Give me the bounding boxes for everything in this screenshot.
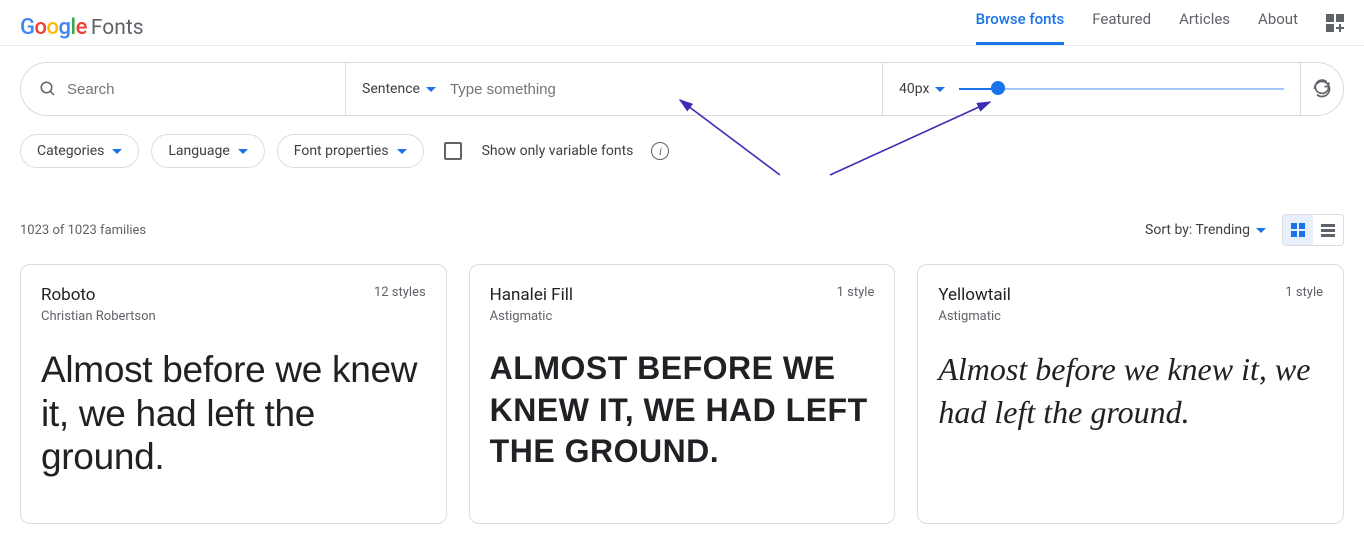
chevron-down-icon (397, 149, 407, 154)
search-input[interactable] (67, 81, 327, 98)
view-grid-button[interactable] (1283, 215, 1313, 245)
font-author: Astigmatic (490, 309, 573, 324)
slider-track (959, 88, 1284, 90)
results-count: 1023 of 1023 families (20, 223, 146, 238)
view-toggle (1282, 214, 1344, 246)
search-cell (21, 63, 346, 115)
reset-icon (1312, 79, 1332, 99)
nav-articles[interactable]: Articles (1179, 10, 1230, 45)
chevron-down-icon (112, 149, 122, 154)
slider-thumb[interactable] (991, 81, 1005, 95)
size-slider[interactable] (959, 87, 1284, 91)
font-name: Yellowtail (938, 285, 1011, 305)
chevron-down-icon (935, 87, 945, 92)
list-view-icon (1321, 224, 1335, 237)
reset-button[interactable] (1301, 63, 1343, 115)
size-dropdown[interactable]: 40px (899, 81, 945, 97)
size-label: 40px (899, 81, 929, 97)
filter-properties-label: Font properties (294, 143, 389, 159)
chevron-down-icon (238, 149, 248, 154)
nav-browse-fonts[interactable]: Browse fonts (976, 10, 1065, 45)
font-sample: Almost before we knew it, we had left th… (41, 348, 426, 479)
font-styles-count: 1 style (837, 285, 875, 300)
filter-language[interactable]: Language (151, 134, 264, 168)
font-sample: Almost before we knew it, we had left th… (490, 348, 875, 473)
nav-featured[interactable]: Featured (1092, 10, 1151, 45)
preview-mode-dropdown[interactable]: Sentence (362, 81, 436, 97)
logo-fonts-text: Fonts (91, 16, 144, 40)
logo[interactable]: Google Fonts (20, 15, 144, 40)
font-card-roboto[interactable]: Roboto Christian Robertson 12 styles Alm… (20, 264, 447, 524)
chevron-down-icon (1256, 228, 1266, 233)
chevron-down-icon (426, 87, 436, 92)
view-list-button[interactable] (1313, 215, 1343, 245)
filter-font-properties[interactable]: Font properties (277, 134, 424, 168)
variable-fonts-checkbox[interactable] (444, 142, 462, 160)
top-nav: Browse fonts Featured Articles About (976, 10, 1344, 45)
grid-view-icon (1291, 223, 1305, 237)
sort-and-view: Sort by: Trending (1145, 214, 1344, 246)
info-icon[interactable]: i (651, 142, 669, 160)
font-card-yellowtail[interactable]: Yellowtail Astigmatic 1 style Almost bef… (917, 264, 1344, 524)
font-card-hanalei-fill[interactable]: Hanalei Fill Astigmatic 1 style Almost b… (469, 264, 896, 524)
font-styles-count: 12 styles (374, 285, 426, 300)
preview-cell: Sentence (346, 63, 883, 115)
controls-row: Sentence 40px (20, 62, 1344, 116)
size-cell: 40px (883, 63, 1301, 115)
font-author: Christian Robertson (41, 309, 156, 324)
sort-label-text: Sort by: Trending (1145, 222, 1250, 238)
filter-categories[interactable]: Categories (20, 134, 139, 168)
selection-drawer-icon[interactable] (1326, 14, 1344, 32)
results-bar: 1023 of 1023 families Sort by: Trending (0, 168, 1364, 256)
font-name: Roboto (41, 285, 156, 305)
filters-row: Categories Language Font properties Show… (0, 116, 1364, 168)
preview-mode-label: Sentence (362, 81, 420, 97)
sort-dropdown[interactable]: Sort by: Trending (1145, 222, 1266, 238)
font-styles-count: 1 style (1285, 285, 1323, 300)
header-bar: Google Fonts Browse fonts Featured Artic… (0, 0, 1364, 46)
font-cards: Roboto Christian Robertson 12 styles Alm… (0, 256, 1364, 544)
search-icon (39, 80, 57, 98)
filter-language-label: Language (168, 143, 229, 159)
preview-text-input[interactable] (450, 81, 866, 98)
nav-about[interactable]: About (1258, 10, 1298, 45)
font-name: Hanalei Fill (490, 285, 573, 305)
filter-categories-label: Categories (37, 143, 104, 159)
font-sample: Almost before we knew it, we had left th… (938, 348, 1323, 434)
font-author: Astigmatic (938, 309, 1011, 324)
logo-google: Google (20, 15, 87, 40)
variable-fonts-label: Show only variable fonts (482, 143, 634, 159)
